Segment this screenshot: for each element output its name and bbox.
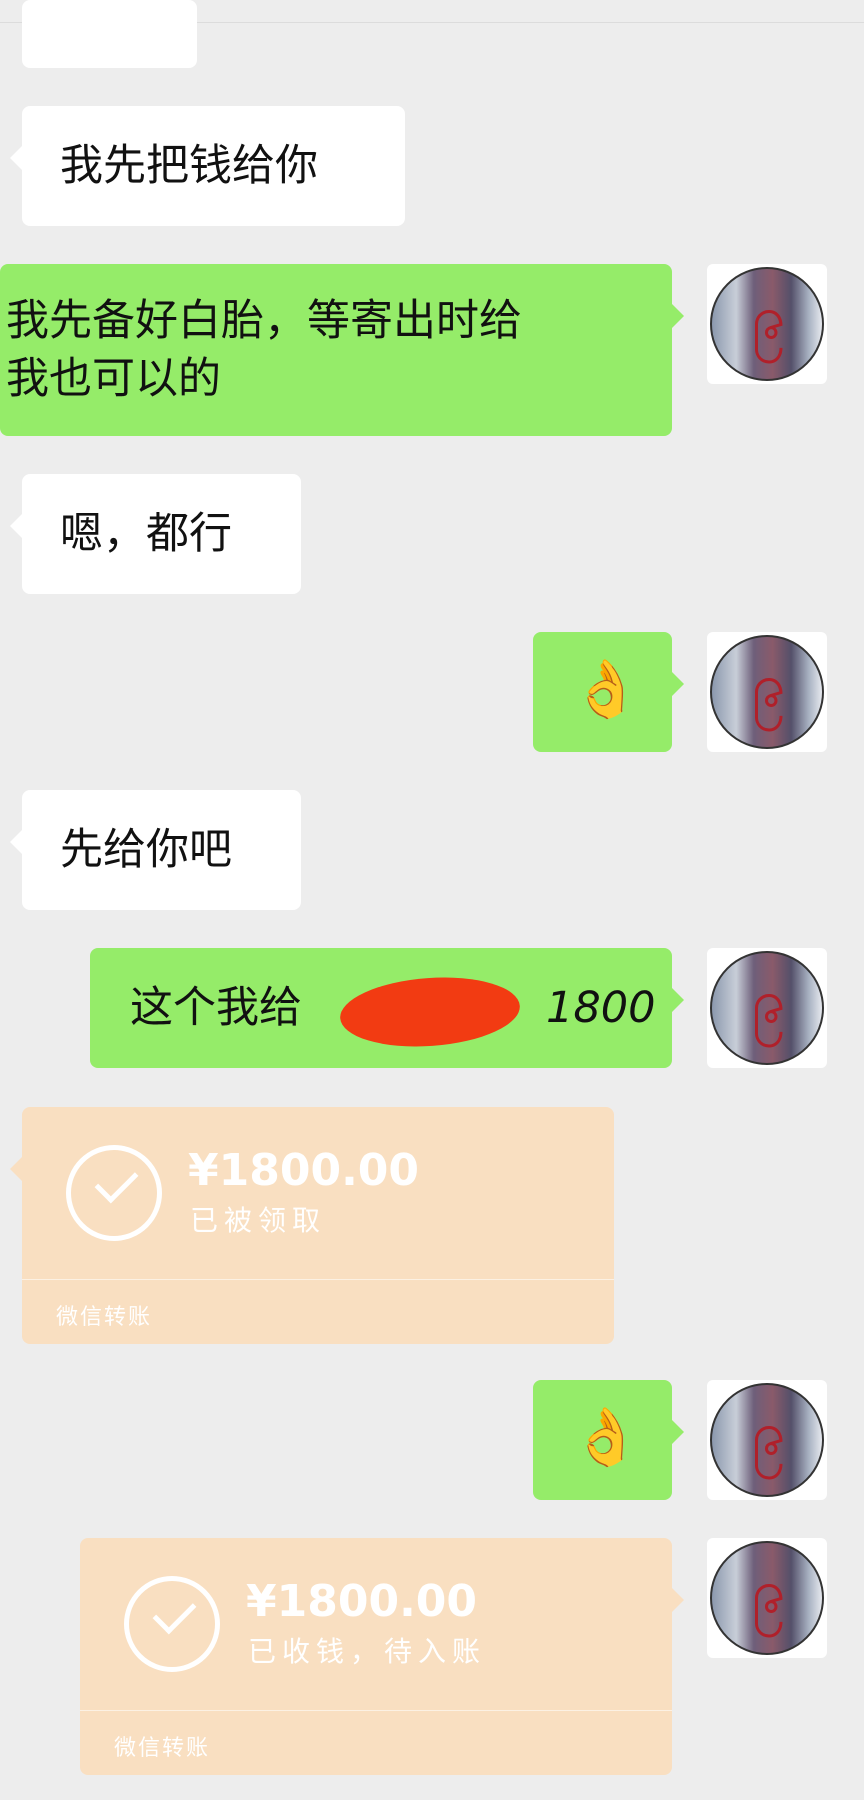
avatar[interactable]: ၉ (707, 264, 827, 384)
avatar-image: ၉ (710, 1383, 824, 1497)
message-text: 嗯，都行 (60, 509, 232, 559)
transfer-amount: ¥1800.00 (246, 1576, 478, 1627)
avatar[interactable]: ၉ (707, 632, 827, 752)
avatar[interactable]: ၉ (707, 1538, 827, 1658)
message-text: 这个我给 (130, 983, 302, 1033)
transfer-status: 已被领取 (190, 1204, 327, 1237)
message-bubble-incoming[interactable]: 我先把钱给你 (10, 106, 405, 226)
avatar-image: ၉ (710, 635, 824, 749)
message-amount: 1800 (546, 983, 656, 1033)
transfer-divider (22, 1279, 614, 1280)
message-bubble-partial[interactable] (22, 0, 197, 68)
transfer-card-incoming[interactable]: ¥1800.00 已被领取 微信转账 (10, 1107, 614, 1344)
message-bubble-outgoing[interactable]: 我先备好白胎，等寄出时给 我也可以的 (0, 264, 684, 436)
check-circle-icon (66, 1145, 162, 1241)
avatar-image: ၉ (710, 951, 824, 1065)
message-text: 先给你吧 (60, 825, 232, 875)
redaction-mark (337, 971, 523, 1053)
message-bubble-outgoing[interactable]: 这个我给 1800 (90, 948, 684, 1068)
message-text-line2: 我也可以的 (6, 354, 221, 404)
transfer-amount: ¥1800.00 (188, 1145, 420, 1196)
message-text: 我先把钱给你 (60, 141, 318, 191)
transfer-card-outgoing[interactable]: ¥1800.00 已收钱，待入账 微信转账 (80, 1538, 684, 1775)
message-text-line1: 我先备好白胎，等寄出时给 (6, 296, 522, 346)
transfer-footer: 微信转账 (56, 1305, 153, 1330)
message-bubble-outgoing[interactable]: 👌 (533, 1380, 684, 1500)
avatar-image: ၉ (710, 1541, 824, 1655)
message-bubble-incoming[interactable]: 嗯，都行 (10, 474, 301, 594)
transfer-footer: 微信转账 (114, 1736, 211, 1761)
check-circle-icon (124, 1576, 220, 1672)
message-bubble-outgoing[interactable]: 👌 (533, 632, 684, 752)
message-bubble-incoming[interactable]: 先给你吧 (10, 790, 301, 910)
avatar[interactable]: ၉ (707, 948, 827, 1068)
avatar-image: ၉ (710, 267, 824, 381)
avatar[interactable]: ၉ (707, 1380, 827, 1500)
ok-hand-icon: 👌 (571, 657, 641, 722)
transfer-divider (80, 1710, 672, 1711)
transfer-status: 已收钱，待入账 (248, 1635, 487, 1668)
ok-hand-icon: 👌 (571, 1405, 641, 1470)
